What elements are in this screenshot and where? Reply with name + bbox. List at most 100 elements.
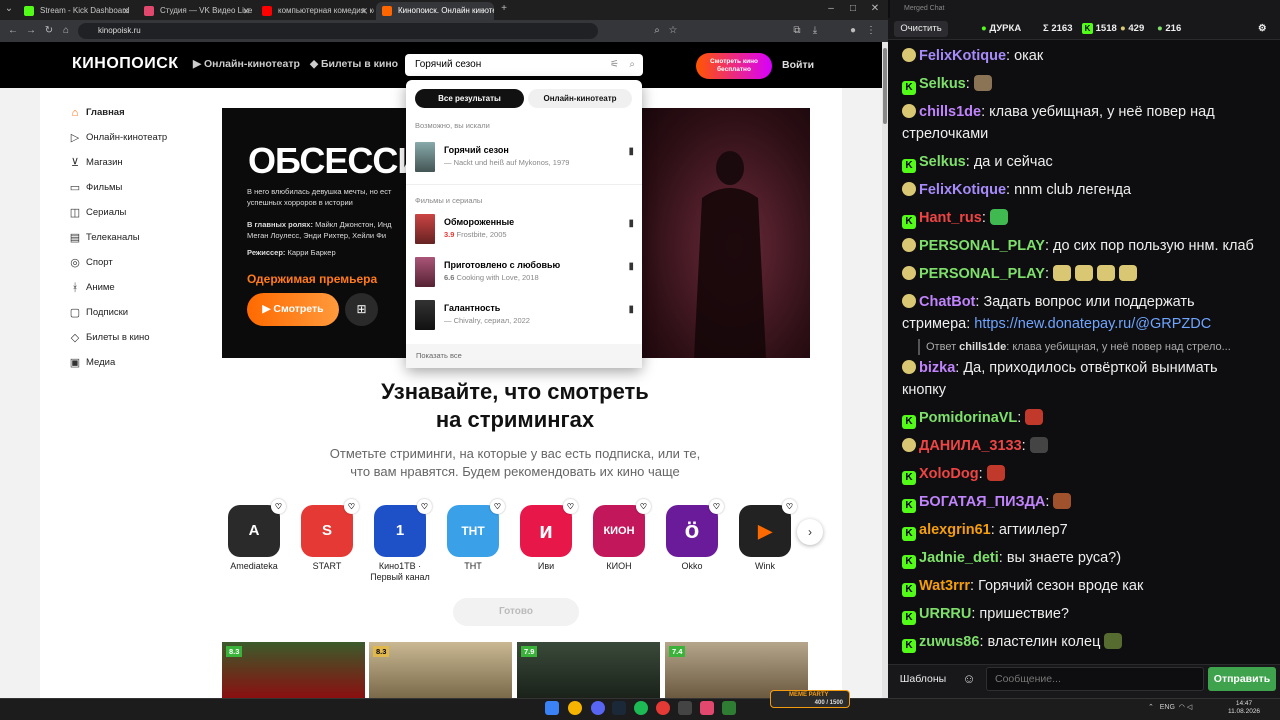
heart-icon[interactable]: ♡ [490, 499, 505, 514]
chat-username[interactable]: PomidorinaVL [919, 410, 1017, 426]
sidebar-item-subscriptions[interactable]: ▢ Подписки [68, 303, 128, 323]
search-icon[interactable]: ⌕ [629, 54, 635, 76]
minimize-icon[interactable]: – [824, 0, 838, 20]
heart-icon[interactable]: ♡ [344, 499, 359, 514]
chat-username[interactable]: Wat3rrr [919, 578, 970, 594]
settings-icon[interactable]: ⚙ [1258, 21, 1267, 37]
heart-icon[interactable]: ♡ [563, 499, 578, 514]
close-icon[interactable]: ✕ [480, 2, 488, 20]
app-icon[interactable] [722, 701, 736, 715]
chat-username[interactable]: alexgrin61 [919, 522, 991, 538]
steam-icon[interactable] [612, 701, 626, 715]
chat-username[interactable]: БОГАТАЯ_ПИЗДА [919, 494, 1045, 510]
search-result[interactable]: Обмороженные 3.9 Frostbite, 2005 ▮ [414, 214, 634, 246]
chrome-icon[interactable] [568, 701, 582, 715]
windows-start-icon[interactable] [545, 701, 559, 715]
download-icon[interactable]: ⤓ [808, 20, 822, 42]
volume-icon[interactable]: ◁ [1187, 704, 1192, 711]
chat-username[interactable]: chills1de [919, 104, 981, 120]
watch-free-button[interactable]: Смотреть кино бесплатно [696, 53, 772, 79]
heart-icon[interactable]: ♡ [271, 499, 286, 514]
chat-username[interactable]: zuwus86 [919, 634, 979, 650]
sidebar-item-films[interactable]: ▭ Фильмы [68, 178, 123, 198]
sidebar-item-shop[interactable]: ⊻ Магазин [68, 153, 123, 173]
heart-icon[interactable]: ♡ [636, 499, 651, 514]
search-result[interactable]: Приготовлено с любовью 6.6 Cooking with … [414, 257, 634, 289]
filter-icon[interactable]: ⚟ [610, 54, 619, 76]
search-result[interactable]: Галантность — Chivalry, сериал, 2022 ▮ [414, 300, 634, 332]
bookmark-icon[interactable]: ▮ [628, 218, 634, 229]
chat-username[interactable]: Jadnie_deti [919, 550, 999, 566]
tab-kinopoisk[interactable]: Кинопоиск. Онлайн кинотеатр✕ [376, 2, 494, 20]
search-result-top[interactable]: Горячий сезон — Nackt und heiß auf Mykon… [414, 142, 634, 174]
sidebar-item-anime[interactable]: ᚼ Аниме [68, 278, 115, 298]
chat-username[interactable]: URRRU [919, 606, 971, 622]
scrollbar-thumb[interactable] [883, 48, 887, 124]
chevron-up-icon[interactable]: ⌃ [1148, 704, 1154, 711]
movie-card[interactable]: 8.3 [369, 642, 512, 698]
bookmark-icon[interactable]: ▮ [628, 261, 634, 272]
heart-icon[interactable]: ♡ [782, 499, 797, 514]
sidebar-item-home[interactable]: ⌂ Главная [68, 103, 125, 123]
close-icon[interactable]: ✕ [242, 2, 250, 20]
sidebar-item-sport[interactable]: ◎ Спорт [68, 253, 113, 273]
sidebar-item-online[interactable]: ▷ Онлайн-кинотеатр [68, 128, 167, 148]
zoom-icon[interactable]: ⌕ [650, 20, 664, 42]
service-ivi[interactable]: и ♡ Иви [511, 499, 581, 572]
service-tnt[interactable]: ТНТ ♡ ТНТ [438, 499, 508, 572]
bookmark-star-icon[interactable]: ☆ [666, 20, 680, 42]
service-okko[interactable]: ö ♡ Okko [657, 499, 727, 572]
close-icon[interactable]: ✕ [122, 2, 130, 20]
service-kino1tv[interactable]: 1 ♡ Кино1ТВ · Первый канал [365, 499, 435, 583]
chat-username[interactable]: ДАНИЛА_3133 [919, 438, 1022, 454]
chat-username[interactable]: Selkus [919, 76, 966, 92]
chat-username[interactable]: ChatBot [919, 294, 975, 310]
chat-message-input[interactable]: Сообщение... [986, 667, 1204, 691]
reload-icon[interactable]: ↻ [42, 20, 56, 42]
movie-card[interactable]: 8.3 [222, 642, 365, 698]
app-icon[interactable] [678, 701, 692, 715]
login-button[interactable]: Войти [782, 59, 814, 71]
url-field[interactable]: kinopoisk.ru [78, 23, 598, 39]
chat-username[interactable]: XoloDog [919, 466, 979, 482]
show-all-link[interactable]: Показать все [406, 344, 642, 368]
watch-later-button[interactable]: ⊞ [345, 293, 378, 326]
menu-kebab-icon[interactable]: ⋮ [864, 20, 878, 42]
nav-tickets[interactable]: ◆ Билеты в кино [310, 58, 398, 70]
new-tab-icon[interactable]: + [497, 0, 511, 20]
home-icon[interactable]: ⌂ [59, 20, 73, 42]
heart-icon[interactable]: ♡ [709, 499, 724, 514]
service-kion[interactable]: КИОН ♡ КИОН [584, 499, 654, 572]
chat-username[interactable]: bizka [919, 360, 955, 376]
search-input[interactable]: Горячий сезон ⚟ ⌕ [405, 54, 643, 76]
send-button[interactable]: Отправить [1208, 667, 1276, 691]
app-icon[interactable] [700, 701, 714, 715]
sidebar-item-media[interactable]: ▣ Медиа [68, 353, 115, 373]
nav-online-cinema[interactable]: ▶ Онлайн-кинотеатр [193, 58, 300, 70]
templates-button[interactable]: Шаблоны [896, 669, 950, 689]
tab-online-cinema[interactable]: Онлайн-кинотеатр [528, 89, 632, 108]
app-icon[interactable] [656, 701, 670, 715]
kinopoisk-logo[interactable]: КИНОПОИСК [72, 55, 179, 73]
wifi-icon[interactable]: ◠ [1179, 704, 1185, 711]
sidebar-item-tickets[interactable]: ◇ Билеты в кино [68, 328, 150, 348]
bookmark-icon[interactable]: ▮ [628, 146, 634, 157]
bookmark-icon[interactable]: ▮ [628, 304, 634, 315]
movie-card[interactable]: 7.9 [517, 642, 660, 698]
tab-all-results[interactable]: Все результаты [415, 89, 524, 108]
back-icon[interactable]: ← [6, 20, 20, 42]
clear-chat-button[interactable]: Очистить [894, 21, 948, 37]
emoji-icon[interactable]: ☺ [958, 669, 980, 689]
done-button[interactable]: Готово [453, 598, 579, 626]
maximize-icon[interactable]: □ [846, 0, 860, 20]
tab-menu-icon[interactable]: ⌄ [2, 0, 16, 20]
chat-username[interactable]: FelixKotique [919, 182, 1006, 198]
donate-link[interactable]: https://new.donatepay.ru/@GRPZDC [974, 316, 1211, 332]
tab-youtube[interactable]: компьютерная комедия, когд✕ [256, 2, 374, 20]
service-start[interactable]: S ♡ START [292, 499, 362, 572]
chat-username[interactable]: FelixKotique [919, 48, 1006, 64]
extensions-icon[interactable]: ⧉ [790, 20, 804, 42]
heart-icon[interactable]: ♡ [417, 499, 432, 514]
clock[interactable]: 14:47 11.08.2026 [1228, 700, 1260, 716]
watch-button[interactable]: ▶ Смотреть [247, 293, 339, 326]
